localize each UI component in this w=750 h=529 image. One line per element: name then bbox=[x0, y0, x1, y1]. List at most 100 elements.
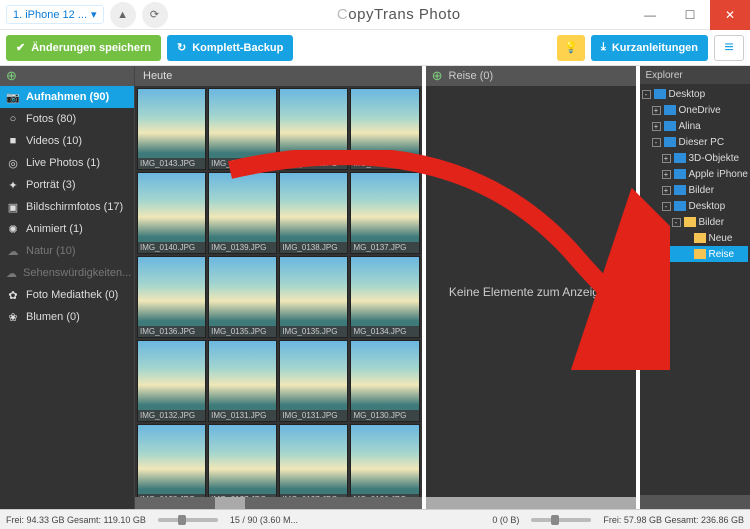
tree-node[interactable]: - Desktop bbox=[642, 198, 749, 214]
tree-node[interactable]: Reise bbox=[642, 246, 749, 262]
expand-toggle[interactable]: + bbox=[662, 186, 671, 195]
tree-node-label: OneDrive bbox=[679, 105, 721, 116]
history-icon: ↻ bbox=[177, 41, 186, 54]
tree-node-label: Desktop bbox=[689, 201, 726, 212]
photo-thumbnail[interactable] bbox=[350, 172, 419, 254]
maximize-button[interactable]: ☐ bbox=[670, 0, 710, 30]
expand-toggle[interactable]: - bbox=[672, 218, 681, 227]
explorer-scrollbar[interactable] bbox=[640, 495, 750, 509]
minimize-button[interactable]: — bbox=[630, 0, 670, 30]
photo-thumbnail[interactable] bbox=[350, 424, 419, 497]
photo-thumbnail[interactable] bbox=[137, 172, 206, 254]
sidebar-item-label: Porträt (3) bbox=[26, 179, 76, 191]
category-icon: ◎ bbox=[6, 157, 20, 170]
album-title: Reise (0) bbox=[449, 70, 494, 82]
sidebar-item[interactable]: ◎Live Photos (1) bbox=[0, 152, 134, 174]
explorer-header: Explorer bbox=[640, 66, 750, 84]
tree-node[interactable]: -Desktop bbox=[642, 86, 749, 102]
plus-icon[interactable]: ⊕ bbox=[432, 68, 443, 84]
eject-icon[interactable]: ▲ bbox=[110, 2, 136, 28]
photo-thumbnail[interactable] bbox=[137, 340, 206, 422]
folder-icon bbox=[674, 185, 686, 195]
tree-node[interactable]: - Dieser PC bbox=[642, 134, 749, 150]
tree-node-label: Neue bbox=[709, 233, 733, 244]
photo-thumbnail[interactable] bbox=[279, 340, 348, 422]
tree-node[interactable]: +Apple iPhone bbox=[642, 166, 749, 182]
sidebar-item[interactable]: ✦ Porträt (3) bbox=[0, 174, 134, 196]
folder-icon bbox=[664, 105, 676, 115]
save-label: Änderungen speichern bbox=[31, 42, 151, 54]
photo-thumbnail[interactable] bbox=[350, 256, 419, 338]
photo-thumbnail[interactable] bbox=[137, 88, 206, 170]
sidebar-item[interactable]: ☁Sehenswürdigkeiten... bbox=[0, 262, 134, 284]
expand-toggle[interactable]: - bbox=[662, 202, 671, 211]
expand-toggle[interactable]: + bbox=[652, 122, 661, 131]
guides-label: Kurzanleitungen bbox=[612, 42, 698, 54]
photo-thumbnail[interactable] bbox=[208, 172, 277, 254]
photo-thumbnail[interactable] bbox=[208, 256, 277, 338]
zoom-slider-left[interactable] bbox=[158, 518, 218, 522]
sidebar-item[interactable]: ■Videos (10) bbox=[0, 130, 134, 152]
photo-thumbnail[interactable] bbox=[350, 88, 419, 170]
close-button[interactable]: ✕ bbox=[710, 0, 750, 30]
category-icon: ❀ bbox=[6, 311, 20, 324]
zoom-slider-right[interactable] bbox=[531, 518, 591, 522]
lightbulb-icon: 💡 bbox=[564, 41, 578, 54]
tree-node-label: Dieser PC bbox=[679, 137, 725, 148]
photo-thumbnail[interactable] bbox=[208, 424, 277, 497]
tree-node[interactable]: - Bilder bbox=[642, 214, 749, 230]
sidebar-item[interactable]: ▣Bildschirmfotos (17) bbox=[0, 196, 134, 218]
photo-thumbnail[interactable] bbox=[279, 88, 348, 170]
sidebar-item[interactable]: 📷Aufnahmen (90) bbox=[0, 86, 134, 108]
expand-toggle[interactable]: + bbox=[652, 106, 661, 115]
thumb-section-header: Heute bbox=[135, 66, 422, 86]
full-backup-button[interactable]: ↻ Komplett-Backup bbox=[167, 35, 293, 61]
category-icon: ✿ bbox=[6, 289, 20, 302]
category-icon: ✦ bbox=[6, 179, 20, 192]
tree-node[interactable]: + OneDrive bbox=[642, 102, 749, 118]
photo-thumbnail[interactable] bbox=[208, 88, 277, 170]
thumbnail-pane: Heute bbox=[134, 66, 422, 509]
tree-node[interactable]: +3D-Objekte bbox=[642, 150, 749, 166]
sidebar-item[interactable]: ✺Animiert (1) bbox=[0, 218, 134, 240]
photo-thumbnail[interactable] bbox=[350, 340, 419, 422]
sidebar-item[interactable]: ❀Blumen (0) bbox=[0, 306, 134, 328]
tree-node-label: Reise bbox=[709, 249, 735, 260]
expand-toggle[interactable]: + bbox=[662, 154, 671, 163]
explorer-pane: Explorer -Desktop+OneDrive+Alina-Dieser … bbox=[640, 66, 750, 509]
sidebar-item-label: Bildschirmfotos (17) bbox=[26, 201, 123, 213]
thumb-scrollbar[interactable] bbox=[135, 497, 422, 509]
tree-node[interactable]: +Alina bbox=[642, 118, 749, 134]
refresh-icon[interactable]: ⟳ bbox=[142, 2, 168, 28]
hamburger-menu-button[interactable]: ≡ bbox=[714, 35, 744, 61]
category-icon: ☁ bbox=[6, 267, 17, 280]
sidebar-item[interactable]: ☁Natur (10) bbox=[0, 240, 134, 262]
selection-counter: 15 / 90 (3.60 M... bbox=[224, 515, 304, 525]
sidebar-item[interactable]: ✿Foto Mediathek (0) bbox=[0, 284, 134, 306]
album-drop-pane[interactable]: ⊕ Reise (0) Keine Elemente zum Anzeigen bbox=[426, 66, 636, 509]
expand-toggle[interactable]: - bbox=[642, 90, 651, 99]
add-category-button[interactable]: ⊕ bbox=[0, 66, 134, 86]
tree-node[interactable]: Neue bbox=[642, 230, 749, 246]
photo-thumbnail[interactable] bbox=[279, 256, 348, 338]
expand-toggle[interactable]: - bbox=[652, 138, 661, 147]
expand-toggle[interactable]: + bbox=[662, 170, 671, 179]
help-button[interactable]: 💡 bbox=[557, 35, 585, 61]
photo-thumbnail[interactable] bbox=[137, 424, 206, 497]
photo-thumbnail[interactable] bbox=[208, 340, 277, 422]
tree-node-label: Bilder bbox=[699, 217, 725, 228]
device-selector[interactable]: 1. iPhone 12 ... ▾ bbox=[6, 5, 104, 24]
storage-left: Frei: 94.33 GB Gesamt: 119.10 GB bbox=[0, 515, 152, 525]
category-icon: ■ bbox=[6, 135, 20, 147]
folder-icon bbox=[694, 249, 706, 259]
quick-guides-button[interactable]: ⤓ Kurzanleitungen bbox=[591, 35, 708, 61]
album-scrollbar[interactable] bbox=[426, 497, 636, 509]
photo-thumbnail[interactable] bbox=[279, 172, 348, 254]
save-changes-button[interactable]: ✔ Änderungen speichern bbox=[6, 35, 161, 61]
sidebar-item[interactable]: ○Fotos (80) bbox=[0, 108, 134, 130]
category-icon: 📷 bbox=[6, 91, 20, 104]
folder-icon bbox=[664, 137, 676, 147]
photo-thumbnail[interactable] bbox=[137, 256, 206, 338]
tree-node[interactable]: +Bilder bbox=[642, 182, 749, 198]
photo-thumbnail[interactable] bbox=[279, 424, 348, 497]
